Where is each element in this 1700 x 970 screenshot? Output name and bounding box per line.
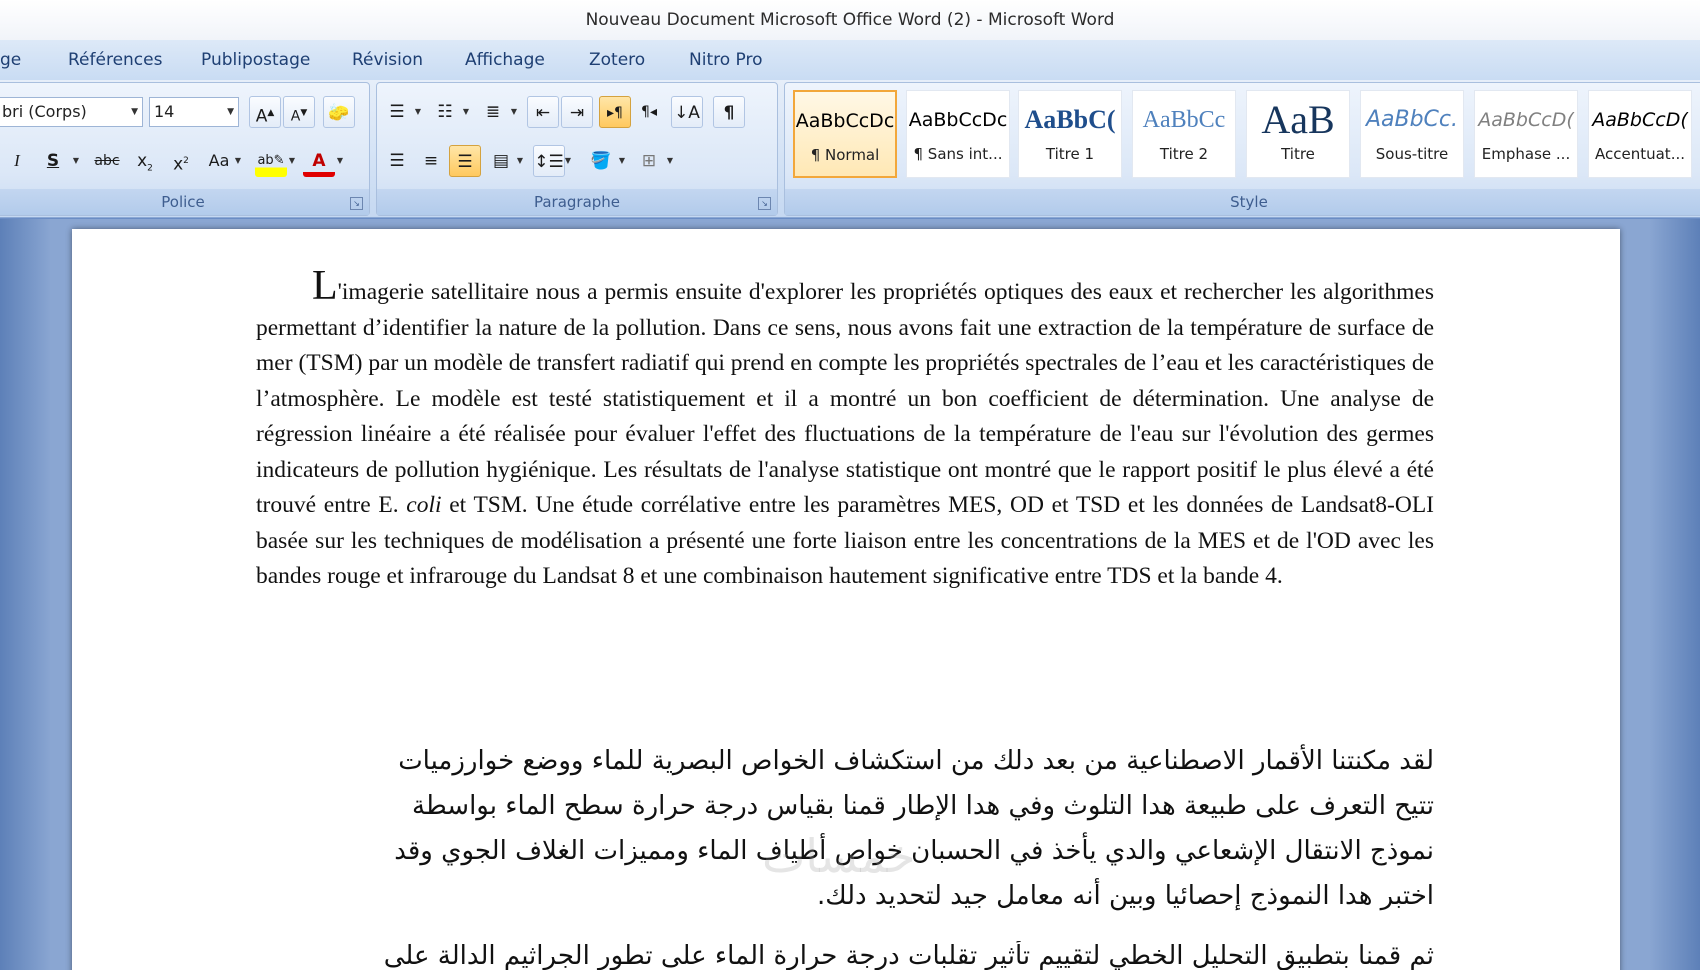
arabic-line: لقد مكنتنا الأقمار الاصطناعية من بعد دلك… bbox=[398, 746, 1434, 776]
ribbon: bri (Corps) ▼ 14 ▼ A▲ A▼ 🧽 I S ▼ abc x2 … bbox=[0, 80, 1700, 218]
group-label-paragraphe: Paragraphe bbox=[377, 189, 777, 215]
style-name: Titre 1 bbox=[1045, 145, 1095, 163]
style-sample: AaBbCc. bbox=[1365, 107, 1459, 132]
align-right-icon[interactable]: ☰ bbox=[449, 145, 481, 177]
style-sans-interligne[interactable]: AaBbCcDc ¶ Sans int... bbox=[906, 90, 1010, 178]
bullets-icon[interactable]: ☰ bbox=[381, 96, 413, 128]
font-size-value: 14 bbox=[154, 102, 175, 121]
subscript-icon[interactable]: x2 bbox=[129, 145, 161, 177]
style-sample: AaB bbox=[1261, 97, 1335, 142]
style-name: Titre 2 bbox=[1159, 145, 1209, 163]
right-to-left-icon[interactable]: ¶◂ bbox=[633, 96, 665, 128]
tab-references[interactable]: Références bbox=[68, 40, 162, 80]
chevron-down-icon[interactable]: ▼ bbox=[665, 145, 675, 177]
ribbon-tab-row: ge Références Publipostage Révision Affi… bbox=[0, 40, 1700, 80]
tab-zotero[interactable]: Zotero bbox=[589, 40, 645, 80]
strikethrough-icon[interactable]: abc bbox=[91, 145, 123, 177]
style-sample: AaBbCc bbox=[1142, 107, 1226, 133]
show-marks-icon[interactable]: ¶ bbox=[713, 96, 745, 128]
style-name: Sous-titre bbox=[1375, 145, 1449, 163]
group-label-police: Police bbox=[0, 189, 369, 215]
style-sample: AaBbCcD( bbox=[1592, 109, 1688, 131]
italic-icon[interactable]: I bbox=[1, 145, 33, 177]
dialog-launcher-icon[interactable]: ↘ bbox=[758, 197, 771, 210]
style-name: ¶ Normal bbox=[810, 146, 880, 164]
chevron-down-icon[interactable]: ▼ bbox=[509, 96, 519, 128]
group-label-style: Style bbox=[785, 189, 1700, 215]
font-name-combo[interactable]: bri (Corps) ▼ bbox=[0, 97, 143, 127]
style-titre-1[interactable]: AaBbC( Titre 1 bbox=[1018, 90, 1122, 178]
italic-text: coli bbox=[406, 492, 442, 518]
style-name: Titre bbox=[1281, 145, 1315, 163]
chevron-down-icon[interactable]: ▼ bbox=[461, 96, 471, 128]
style-titre[interactable]: AaB Titre bbox=[1246, 90, 1350, 178]
font-size-combo[interactable]: 14 ▼ bbox=[149, 97, 239, 127]
window-title: Nouveau Document Microsoft Office Word (… bbox=[0, 0, 1700, 40]
grow-font-icon[interactable]: A▲ bbox=[249, 96, 281, 128]
chevron-down-icon[interactable]: ▼ bbox=[287, 145, 297, 177]
shading-icon[interactable]: 🪣 bbox=[585, 145, 617, 177]
chevron-down-icon[interactable]: ▼ bbox=[413, 96, 423, 128]
french-text: 'imagerie satellitaire nous a permis ens… bbox=[256, 279, 1434, 518]
line-spacing-icon[interactable]: ↕☰ bbox=[533, 145, 565, 177]
style-emphase[interactable]: AaBbCcD( Emphase ... bbox=[1474, 90, 1578, 178]
tab-publipostage[interactable]: Publipostage bbox=[201, 40, 310, 80]
shrink-font-icon[interactable]: A▼ bbox=[283, 96, 315, 128]
group-paragraphe: ☰ ▼ ☷ ▼ ≣ ▼ ⇤ ⇥ ▸¶ ¶◂ ↓A ¶ ☰ ≡ ☰ ▤ ▼ ↕☰ … bbox=[376, 82, 778, 216]
style-sample: AaBbCcDc bbox=[795, 110, 895, 132]
chevron-down-icon[interactable]: ▼ bbox=[617, 145, 627, 177]
style-accentuation[interactable]: AaBbCcD( Accentuat... bbox=[1588, 90, 1692, 178]
sort-icon[interactable]: ↓A bbox=[671, 96, 703, 128]
document-workspace: L'imagerie satellitaire nous a permis en… bbox=[0, 219, 1700, 970]
style-normal[interactable]: AaBbCcDc ¶ Normal bbox=[793, 90, 897, 178]
chevron-down-icon[interactable]: ▼ bbox=[227, 98, 234, 126]
multilevel-list-icon[interactable]: ≣ bbox=[477, 96, 509, 128]
chevron-down-icon[interactable]: ▼ bbox=[335, 145, 345, 177]
arabic-line: تتيح التعرف على طبيعة هدا التلوث وفي هدا… bbox=[412, 791, 1434, 821]
superscript-icon[interactable]: x2 bbox=[165, 145, 197, 177]
document-page[interactable]: L'imagerie satellitaire nous a permis en… bbox=[72, 229, 1620, 970]
style-sample: AaBbCcDc bbox=[908, 109, 1008, 131]
align-center-icon[interactable]: ≡ bbox=[415, 145, 447, 177]
change-case-icon[interactable]: Aa bbox=[203, 145, 235, 177]
arabic-line-partial[interactable]: ثم قمنا بتطبيق التحليل الخطي لتقييم تأثي… bbox=[256, 941, 1434, 970]
style-name: Emphase ... bbox=[1481, 145, 1571, 163]
left-to-right-icon[interactable]: ▸¶ bbox=[599, 96, 631, 128]
tab-mise-en-page[interactable]: ge bbox=[0, 40, 21, 80]
align-left-icon[interactable]: ☰ bbox=[381, 145, 413, 177]
chevron-down-icon[interactable]: ▼ bbox=[131, 98, 138, 126]
style-gallery: AaBbCcDc ¶ Normal AaBbCcDc ¶ Sans int...… bbox=[790, 86, 1700, 190]
watermark: خمسات bbox=[762, 829, 916, 883]
decrease-indent-icon[interactable]: ⇤ bbox=[527, 96, 559, 128]
font-color-icon[interactable]: A bbox=[303, 145, 335, 177]
group-police: bri (Corps) ▼ 14 ▼ A▲ A▼ 🧽 I S ▼ abc x2 … bbox=[0, 82, 370, 216]
clear-formatting-icon[interactable]: 🧽 bbox=[323, 96, 355, 128]
tab-revision[interactable]: Révision bbox=[352, 40, 423, 80]
dialog-launcher-icon[interactable]: ↘ bbox=[350, 197, 363, 210]
numbering-icon[interactable]: ☷ bbox=[429, 96, 461, 128]
french-paragraph[interactable]: L'imagerie satellitaire nous a permis en… bbox=[256, 265, 1434, 595]
chevron-down-icon[interactable]: ▼ bbox=[515, 145, 525, 177]
style-sample: AaBbC( bbox=[1024, 105, 1116, 134]
style-sous-titre[interactable]: AaBbCc. Sous-titre bbox=[1360, 90, 1464, 178]
increase-indent-icon[interactable]: ⇥ bbox=[561, 96, 593, 128]
style-name: Accentuat... bbox=[1595, 145, 1685, 163]
font-name-value: bri (Corps) bbox=[2, 102, 87, 121]
justify-icon[interactable]: ▤ bbox=[485, 145, 517, 177]
chevron-down-icon[interactable]: ▼ bbox=[563, 145, 573, 177]
style-titre-2[interactable]: AaBbCc Titre 2 bbox=[1132, 90, 1236, 178]
style-name: ¶ Sans int... bbox=[913, 145, 1003, 163]
highlight-icon[interactable]: ab✎ bbox=[255, 145, 287, 177]
tab-affichage[interactable]: Affichage bbox=[465, 40, 545, 80]
tab-nitro-pro[interactable]: Nitro Pro bbox=[689, 40, 763, 80]
style-sample: AaBbCcD( bbox=[1478, 109, 1574, 131]
borders-icon[interactable]: ⊞ bbox=[633, 145, 665, 177]
chevron-down-icon[interactable]: ▼ bbox=[71, 145, 81, 177]
underline-icon[interactable]: S bbox=[37, 145, 69, 177]
drop-cap: L bbox=[312, 263, 338, 309]
chevron-down-icon[interactable]: ▼ bbox=[233, 145, 243, 177]
